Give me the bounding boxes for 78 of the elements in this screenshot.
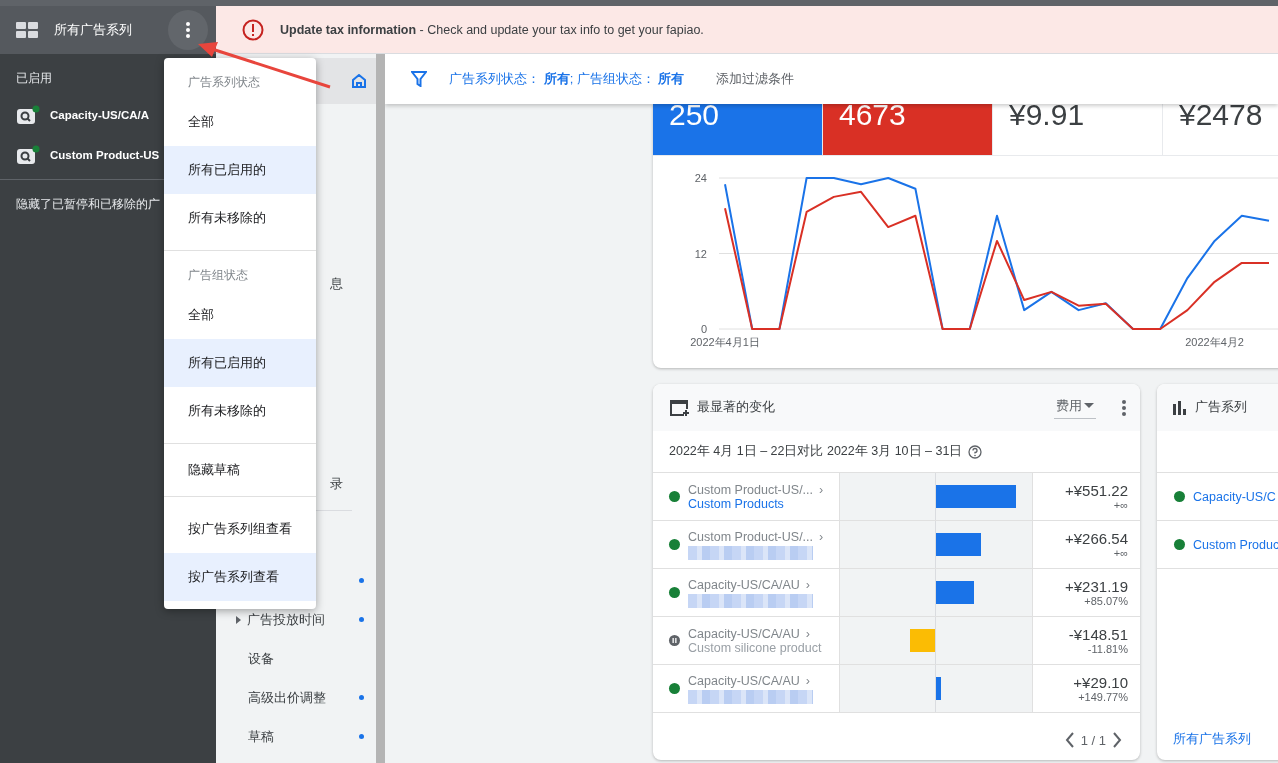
change-percent: +∞ [1113,547,1128,559]
previous-icon[interactable] [1064,732,1075,748]
campaign-name[interactable]: Capacity-US/CA/AU [688,626,800,641]
metric-value: ¥9.91 [1009,104,1085,126]
chevron-icon[interactable]: › [805,673,810,688]
change-value: +¥266.54 [1065,530,1128,547]
all-campaigns-link[interactable]: 所有广告系列 [1173,731,1251,748]
add-filter-button[interactable]: 添加过滤条件 [716,70,795,88]
chevron-icon[interactable]: › [819,482,824,497]
campaign-name[interactable]: Capacity-US/CA/AU [688,577,800,592]
axis-label: 2022年4月2 [1185,336,1244,348]
ad-group-name[interactable]: Custom Products [688,496,824,511]
menu-header: 广告系列状态 [187,73,261,91]
help-icon[interactable] [968,444,983,459]
page-indicator: 1 / 1 [1080,733,1106,748]
card-title: 广告系列 [1195,399,1248,416]
campaign-link[interactable]: Capacity-US/C [1193,489,1276,504]
metric-tile[interactable]: 250 [653,104,823,155]
more-button[interactable] [168,10,208,50]
nav-item[interactable]: 高级出价调整 [236,688,353,707]
banner-text: Update tax information - Check and update your tax info to get your fapiao. [280,22,704,37]
campaign-link[interactable]: Custom Produc [1193,537,1278,552]
campaign-name[interactable]: Custom Product-US/... [688,482,814,497]
axis-label: 24 [694,172,707,184]
chevron-icon[interactable]: › [819,529,824,544]
change-value: +¥231.19 [1065,578,1128,595]
filter-icon[interactable] [411,71,427,87]
card-title: 最显著的变化 [697,399,776,416]
nav-item[interactable]: 设备 [236,649,364,668]
menu-item[interactable]: 全部 [164,291,316,339]
caret-icon[interactable] [236,615,241,624]
nav-item[interactable]: 草稿 [236,727,353,746]
menu-header: 广告组状态 [187,266,249,284]
window-plus-icon [669,398,689,417]
next-icon[interactable] [1112,732,1122,748]
change-percent: +85.07% [1084,595,1128,607]
metric-dropdown[interactable]: 费用 [1054,396,1096,419]
axis-label: 12 [694,247,707,260]
home-icon [352,74,366,88]
menu-item[interactable]: 按广告系列组查看 [164,505,316,553]
change-value: +¥551.22 [1065,482,1128,499]
axis-label: 2022年4月1日 [690,336,760,348]
change-percent: +149.77% [1078,691,1128,703]
caret-icon[interactable] [1084,403,1094,408]
section-label: 已启用 [16,70,52,87]
campaign-link[interactable]: Capacity-US/CA/A [50,109,150,121]
change-value: -¥148.51 [1068,626,1128,643]
sidebar-title: 所有广告系列 [54,21,133,39]
menu-item[interactable]: 所有未移除的 [164,387,316,435]
metric-value: ¥2478 [1179,104,1263,126]
nav-item[interactable]: 广告投放时间 [247,610,353,629]
menu-item[interactable]: 所有已启用的 [164,339,316,387]
change-percent: -11.81% [1087,643,1128,655]
chevron-icon[interactable]: › [805,626,810,641]
menu-item[interactable]: 隐藏草稿 [164,446,316,494]
change-value: +¥29.10 [1073,674,1128,691]
axis-label: 0 [700,323,707,335]
resize-handle[interactable] [376,54,385,763]
metric-tile[interactable]: ¥9.91 [993,104,1163,155]
metric-value: 4673 [839,104,906,126]
menu-item[interactable]: 按广告系列查看 [164,553,316,601]
error-icon [242,18,264,41]
chevron-icon[interactable]: › [805,577,810,592]
change-percent: +∞ [1113,499,1128,511]
campaign-name[interactable]: Custom Product-US/... [688,529,814,544]
menu-item[interactable]: 所有未移除的 [164,194,316,242]
more-icon[interactable] [186,22,190,38]
more-icon[interactable] [1122,399,1126,416]
menu-item[interactable]: 所有已启用的 [164,146,316,194]
metric-tile[interactable]: 4673 [823,104,993,155]
metric-value: 250 [669,104,720,126]
date-range: 2022年 4月 1日 – 22日对比 2022年 3月 10日 – 31日 [669,443,963,460]
campaign-link[interactable]: Custom Product-US [50,149,160,161]
grid-icon[interactable] [16,22,38,38]
filter-summary[interactable]: 广告系列状态： 所有; 广告组状态： 所有 [449,70,685,88]
bar-chart-icon [1173,400,1187,415]
menu-item[interactable]: 全部 [164,98,316,146]
campaign-name[interactable]: Capacity-US/CA/AU [688,673,800,688]
